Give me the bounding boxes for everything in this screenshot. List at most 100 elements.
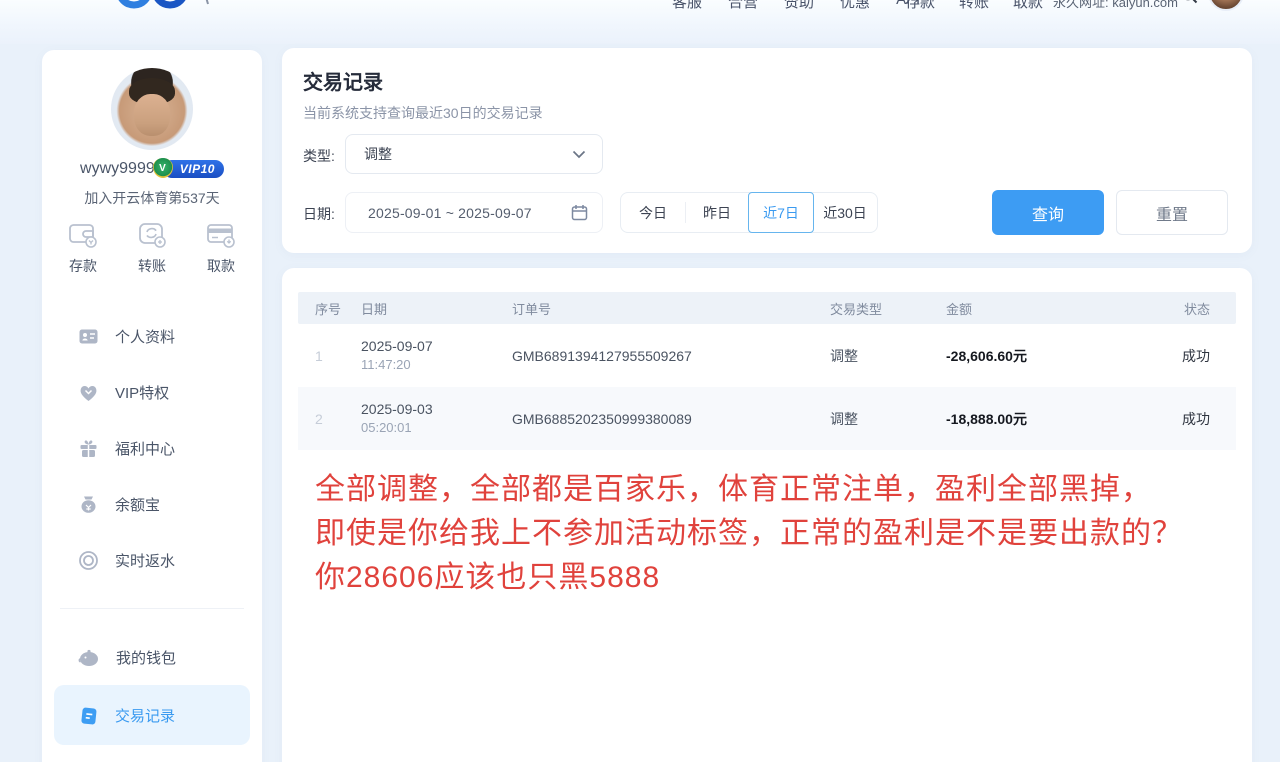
col-header-no: 序号 <box>298 299 344 318</box>
range-yesterday[interactable]: 昨日 <box>685 193 749 232</box>
col-header-order: 订单号 <box>495 299 813 318</box>
withdraw-icon <box>204 220 238 250</box>
sidebar-item-vip[interactable]: VIP特权 <box>54 364 250 420</box>
row-time-value: 11:47:20 <box>361 356 495 375</box>
nav-item-promo[interactable]: 优惠 <box>840 0 870 12</box>
page-subtitle: 当前系统支持查询最近30日的交易记录 <box>303 103 543 123</box>
col-header-date: 日期 <box>344 299 495 318</box>
col-header-amount: 金额 <box>929 299 1109 318</box>
user-avatar-small[interactable] <box>1208 0 1244 11</box>
table-row: 2 2025-09-03 05:20:01 GMB688520235099938… <box>298 387 1236 450</box>
filter-panel: 交易记录 当前系统支持查询最近30日的交易记录 类型: 调整 日期: 2025-… <box>282 48 1252 253</box>
row-date-value: 2025-09-03 <box>361 399 495 419</box>
row-status: 成功 <box>1109 346 1236 366</box>
quick-action-transfer[interactable]: 转账 <box>135 220 169 276</box>
row-transaction-type: 调整 <box>813 346 929 366</box>
permanent-url-text: 永久网址: kaiyun.com <box>1053 0 1178 11</box>
row-no: 1 <box>298 348 344 364</box>
row-status: 成功 <box>1109 409 1236 429</box>
annotation-line: 全部调整，全部都是百家乐，体育正常注单，盈利全部黑掉， <box>315 468 1235 512</box>
nav-item-withdraw[interactable]: 取款 <box>1013 0 1043 12</box>
sidebar-menu: 个人资料 VIP特权 福利中心 余额宝 <box>42 308 262 762</box>
col-header-status: 状态 <box>1109 299 1236 318</box>
range-last7days[interactable]: 近7日 <box>748 192 814 233</box>
row-date: 2025-09-07 11:47:20 <box>344 336 495 375</box>
vip-badge: VVIP10 <box>163 160 224 178</box>
transfer-icon <box>135 220 169 250</box>
range-today[interactable]: 今日 <box>621 193 685 232</box>
rebate-icon <box>78 550 99 571</box>
user-avatar[interactable] <box>111 68 193 150</box>
calendar-icon <box>571 204 588 221</box>
row-date: 2025-09-03 05:20:01 <box>344 399 495 438</box>
sidebar-item-label: 余额宝 <box>115 494 160 515</box>
annotation-line: 你28606应该也只黑5888 <box>315 556 1235 600</box>
transactions-table: 序号 日期 订单号 交易类型 金额 状态 1 2025-09-07 11:47:… <box>298 292 1236 450</box>
sidebar-item-profile[interactable]: 个人资料 <box>54 308 250 364</box>
red-annotation-text: 全部调整，全部都是百家乐，体育正常注单，盈利全部黑掉， 即使是你给我上不参加活动… <box>315 468 1235 600</box>
quick-action-label: 转账 <box>138 256 166 276</box>
join-days-text: 加入开云体育第537天 <box>42 188 262 208</box>
sidebar-divider <box>60 608 244 609</box>
deposit-icon <box>66 220 100 250</box>
search-button[interactable]: 查询 <box>992 190 1104 235</box>
sidebar-item-label: VIP特权 <box>115 382 169 403</box>
vip-shield-icon: V <box>153 158 173 178</box>
sidebar-item-label: 交易记录 <box>115 705 175 726</box>
annotation-line: 即使是你给我上不参加活动标签，正常的盈利是不是要出款的？ <box>315 512 1235 556</box>
benefits-icon <box>78 438 99 459</box>
row-order-number: GMB6885202350999380089 <box>495 411 813 427</box>
nav-item-deposit[interactable]: 存款 <box>905 0 935 12</box>
type-select-value: 调整 <box>364 144 572 164</box>
sidebar-item-transactions[interactable]: 交易记录 <box>54 685 250 745</box>
quick-action-withdraw[interactable]: 取款 <box>204 220 238 276</box>
nav-links: 客服 合营 赞助 优惠 APP <box>672 0 926 12</box>
col-header-type: 交易类型 <box>813 299 929 318</box>
range-last30days[interactable]: 近30日 <box>813 193 877 232</box>
quick-action-deposit[interactable]: 存款 <box>66 220 100 276</box>
sidebar-item-benefits[interactable]: 福利中心 <box>54 420 250 476</box>
username: wywy9999 <box>80 160 155 178</box>
nav-item-service[interactable]: 客服 <box>672 0 702 12</box>
sidebar-item-wallet[interactable]: 我的钱包 <box>54 629 250 685</box>
yuebao-icon <box>78 494 99 515</box>
nav-item-sponsor[interactable]: 赞助 <box>784 0 814 12</box>
nav-item-transfer[interactable]: 转账 <box>959 0 989 12</box>
sidebar-item-rebate[interactable]: 实时返水 <box>54 532 250 588</box>
sidebar-item-label: 我的钱包 <box>116 647 176 668</box>
row-transaction-type: 调整 <box>813 409 929 429</box>
row-date-value: 2025-09-07 <box>361 336 495 356</box>
row-no: 2 <box>298 411 344 427</box>
row-amount: -18,888.00元 <box>929 409 1109 429</box>
quick-actions: 存款 转账 取款 <box>42 220 262 276</box>
top-navigation-bar: 客服 合营 赞助 优惠 APP 存款 转账 取款 永久网址: kaiyun.co… <box>0 0 1280 44</box>
vip-level-label: VIP10 <box>180 162 215 176</box>
search-icon[interactable] <box>1180 0 1198 4</box>
date-label: 日期: <box>303 204 335 224</box>
row-order-number: GMB6891394127955509267 <box>495 348 813 364</box>
quick-action-label: 存款 <box>69 256 97 276</box>
sidebar-item-label: 福利中心 <box>115 438 175 459</box>
row-amount: -28,606.60元 <box>929 346 1109 366</box>
sidebar-item-label: 实时返水 <box>115 550 175 571</box>
sidebar: wywy9999 VVIP10 加入开云体育第537天 存款 转账 <box>42 50 262 762</box>
sidebar-item-label: 个人资料 <box>115 326 175 347</box>
date-quick-ranges: 今日 昨日 近7日 近30日 <box>620 192 878 233</box>
results-panel: 序号 日期 订单号 交易类型 金额 状态 1 2025-09-07 11:47:… <box>282 268 1252 762</box>
table-row: 1 2025-09-07 11:47:20 GMB689139412795550… <box>298 324 1236 387</box>
wallet-links: 存款 转账 取款 <box>905 0 1043 12</box>
type-select[interactable]: 调整 <box>345 134 603 174</box>
row-time-value: 05:20:01 <box>361 419 495 438</box>
sidebar-item-bets[interactable]: 投注记录 <box>54 745 250 762</box>
type-label: 类型: <box>303 146 335 166</box>
page-title: 交易记录 <box>303 66 383 95</box>
vip-icon <box>78 382 99 403</box>
sidebar-item-yuebao[interactable]: 余额宝 <box>54 476 250 532</box>
profile-icon <box>78 326 99 347</box>
nav-item-partner[interactable]: 合营 <box>728 0 758 12</box>
wallet-icon <box>78 647 100 668</box>
date-range-input[interactable]: 2025-09-01 ~ 2025-09-07 <box>345 192 603 233</box>
chevron-down-icon <box>572 150 586 159</box>
reset-button[interactable]: 重置 <box>1116 190 1228 235</box>
quick-action-label: 取款 <box>207 256 235 276</box>
